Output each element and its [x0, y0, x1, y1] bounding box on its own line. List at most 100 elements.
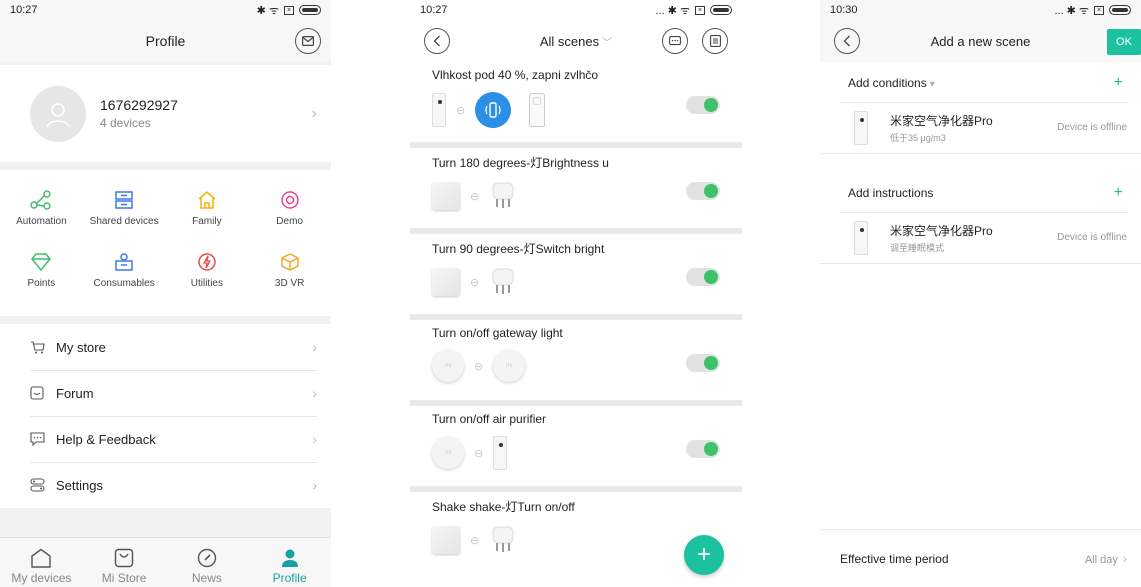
message-button[interactable] — [662, 28, 688, 54]
demo-icon — [280, 191, 299, 209]
status-time: 10:27 — [420, 4, 448, 16]
profile-name: 1676292927 — [100, 97, 178, 113]
instructions-header: Add instructions + — [820, 174, 1141, 212]
grid-item-3d-vr[interactable]: 3D VR — [248, 248, 331, 310]
add-scene-screen: 10:30 ... ✱ ᯤ × Add a new scene OK Add c… — [820, 0, 1141, 587]
menu-item-label: Settings — [56, 477, 103, 493]
gateway-icon: mi — [432, 350, 464, 382]
magic-cube-icon — [432, 182, 460, 210]
scene-toggle[interactable] — [686, 354, 720, 372]
back-button[interactable] — [424, 28, 450, 54]
shared-devices-icon — [115, 191, 133, 209]
scene-filter-dropdown[interactable]: All scenes ﹀ — [540, 34, 612, 49]
magic-cube-icon — [432, 526, 460, 554]
effective-time-row[interactable]: Effective time period All day › — [820, 529, 1141, 587]
condition-device-name: 米家空气净化器Pro — [890, 113, 993, 128]
tab-profile[interactable]: Profile — [248, 538, 331, 587]
menu-item-label: My store — [56, 339, 106, 355]
feature-grid: Automation Shared devices Family Demo Po… — [0, 170, 331, 316]
tab-label: Profile — [272, 571, 307, 585]
status-icons: ... ✱ ᯤ × — [1054, 3, 1131, 18]
add-condition-button[interactable]: + — [1114, 74, 1123, 92]
instruction-item[interactable]: 米家空气净化器Pro 调至睡眠模式 Device is offline — [820, 212, 1141, 264]
scene-item[interactable]: Turn on/off air purifier mi ⊖ — [410, 406, 742, 492]
caret-down-icon: ▾ — [929, 79, 935, 90]
effective-time-label: Effective time period — [840, 551, 949, 566]
link-icon: ⊖ — [470, 534, 480, 547]
status-icon-text: ... ✱ ᯤ — [1054, 4, 1089, 17]
add-instruction-button[interactable]: + — [1114, 184, 1123, 202]
battery-icon — [299, 5, 321, 15]
vibration-icon — [475, 92, 512, 128]
status-icons: ✱ ᯤ × — [257, 3, 321, 18]
points-icon — [31, 253, 52, 271]
settings-icon — [30, 478, 45, 492]
air-purifier-icon — [493, 436, 508, 470]
scene-toggle[interactable] — [686, 96, 720, 114]
3d-vr-icon — [280, 253, 299, 271]
scene-item[interactable]: Turn 180 degrees-灯Brightness u ⊖ — [410, 148, 742, 234]
tab-my-devices[interactable]: My devices — [0, 538, 83, 587]
scene-item[interactable]: Turn on/off gateway light mi ⊖ mi — [410, 320, 742, 406]
battery-icon — [1109, 5, 1131, 15]
grid-label: Consumables — [93, 278, 155, 289]
grid-item-family[interactable]: Family — [166, 186, 249, 248]
chevron-right-icon: › — [311, 104, 317, 122]
menu-item-help-feedback[interactable]: Help & Feedback › — [0, 416, 331, 462]
profile-card[interactable]: 1676292927 4 devices › — [0, 65, 331, 162]
condition-item[interactable]: 米家空气净化器Pro 低于35 µg/m3 Device is offline — [820, 102, 1141, 154]
menu-item-settings[interactable]: Settings › — [0, 462, 331, 508]
effective-time-value: All day — [1084, 553, 1118, 566]
ok-button[interactable]: OK — [1107, 29, 1141, 55]
header: Add a new scene OK — [820, 20, 1141, 62]
grid-item-shared-devices[interactable]: Shared devices — [83, 186, 166, 248]
grid-item-utilities[interactable]: Utilities — [166, 248, 249, 310]
profile-device-count: 4 devices — [100, 116, 151, 130]
grid-item-automation[interactable]: Automation — [0, 186, 83, 248]
chevron-down-icon: ﹀ — [602, 37, 613, 49]
scene-item[interactable]: Vlhkost pod 40 %, zapni zvlhčo ⊖ — [410, 62, 742, 148]
scene-toggle[interactable] — [686, 268, 720, 286]
scene-item[interactable]: Turn 90 degrees-灯Switch bright ⊖ — [410, 234, 742, 320]
scene-title: Turn on/off gateway light — [432, 326, 563, 340]
messages-button[interactable] — [295, 28, 321, 54]
humidifier-icon — [529, 93, 546, 127]
back-button[interactable] — [834, 28, 860, 54]
tab-news[interactable]: News — [166, 538, 249, 587]
menu-item-forum[interactable]: Forum › — [0, 370, 331, 416]
link-icon: ⊖ — [456, 104, 466, 117]
scene-title: Turn 90 degrees-灯Switch bright — [432, 242, 605, 256]
grid-label: Utilities — [190, 278, 223, 289]
add-scene-button[interactable]: + — [684, 535, 724, 575]
device-status: Device is offline — [1057, 122, 1127, 133]
page-title: Add a new scene — [930, 33, 1031, 49]
tab-label: News — [191, 571, 222, 585]
conditions-header: Add conditions ▾ + — [820, 64, 1141, 102]
home-icon — [31, 548, 52, 568]
scene-toggle[interactable] — [686, 182, 720, 200]
log-button[interactable] — [702, 28, 728, 54]
tab-mi-store[interactable]: Mi Store — [83, 538, 166, 587]
compass-icon — [197, 548, 217, 568]
air-purifier-icon — [854, 110, 868, 145]
status-bar: 10:27 ✱ ᯤ × — [0, 0, 331, 20]
grid-item-demo[interactable]: Demo — [248, 186, 331, 248]
grid-item-points[interactable]: Points — [0, 248, 83, 310]
grid-label: 3D VR — [274, 278, 305, 289]
automation-icon — [30, 190, 52, 210]
menu-item-my-store[interactable]: My store › — [0, 324, 331, 370]
profile-menu: My store › Forum › Help & Feedback › Set… — [0, 324, 331, 508]
tab-label: Mi Store — [101, 571, 147, 585]
chat-icon — [669, 35, 681, 45]
sim-icon: × — [1094, 5, 1104, 15]
conditions-dropdown[interactable]: Add conditions ▾ — [848, 74, 935, 92]
scene-toggle[interactable] — [686, 440, 720, 458]
gateway-logo: mi — [506, 363, 513, 369]
status-bar: 10:30 ... ✱ ᯤ × — [820, 0, 1141, 20]
magic-cube-icon — [432, 268, 460, 296]
scene-title: Turn on/off air purifier — [432, 412, 547, 426]
grid-item-consumables[interactable]: Consumables — [83, 248, 166, 310]
chevron-right-icon: › — [312, 477, 317, 493]
sim-icon: × — [695, 5, 705, 15]
chevron-right-icon: › — [312, 385, 317, 401]
